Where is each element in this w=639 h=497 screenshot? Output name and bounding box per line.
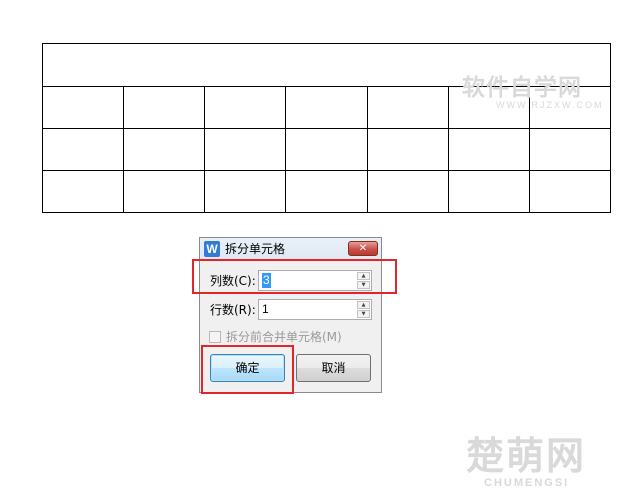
watermark-bottom: 楚萌网 CHUMENGSI — [466, 437, 586, 489]
table-cell[interactable] — [41, 128, 125, 171]
rows-value[interactable]: 1 — [262, 302, 269, 317]
watermark-top-text: 软件自学网 — [462, 74, 582, 100]
table-cell[interactable] — [528, 128, 612, 171]
dialog-title: 拆分单元格 — [225, 242, 286, 256]
table-cell[interactable] — [123, 170, 206, 213]
chevron-down-icon: ▼ — [361, 311, 366, 317]
watermark-top: 软件自学网 WWW.RJZXW.COM — [462, 74, 603, 110]
table-cell[interactable] — [204, 128, 287, 171]
chevron-up-icon: ▲ — [361, 302, 366, 308]
rows-stepper-arrows: ▲ ▼ — [357, 301, 370, 318]
highlight-box-ok — [201, 345, 294, 394]
table-cell[interactable] — [285, 170, 368, 213]
table-cell[interactable] — [41, 86, 125, 129]
rows-decrement-button[interactable]: ▼ — [357, 310, 370, 318]
rows-increment-button[interactable]: ▲ — [357, 301, 370, 309]
merge-before-split-checkbox — [209, 331, 221, 343]
table-row — [41, 128, 612, 171]
highlight-box-columns — [192, 259, 397, 294]
table-cell[interactable] — [204, 86, 287, 129]
document-table — [41, 43, 612, 213]
table-cell[interactable] — [366, 86, 449, 129]
dialog-titlebar[interactable]: W 拆分单元格 ✕ — [200, 238, 381, 260]
table-cell[interactable] — [447, 128, 530, 171]
table-cell[interactable] — [285, 86, 368, 129]
wps-app-icon: W — [204, 241, 220, 257]
table-cell[interactable] — [447, 170, 530, 213]
watermark-top-url: WWW.RJZXW.COM — [496, 100, 604, 110]
table-row — [41, 170, 612, 213]
watermark-bottom-logo: 楚萌网 — [466, 436, 587, 478]
table-cell[interactable] — [41, 170, 125, 213]
table-cell[interactable] — [366, 170, 449, 213]
cancel-button[interactable]: 取消 — [296, 354, 371, 382]
table-cell[interactable] — [123, 128, 206, 171]
rows-label: 行数(R): — [210, 303, 256, 317]
table-cell[interactable] — [285, 128, 368, 171]
close-icon: ✕ — [358, 243, 368, 254]
table-cell[interactable] — [528, 170, 612, 213]
table-cell[interactable] — [366, 128, 449, 171]
watermark-bottom-text: CHUMENGSI — [484, 477, 570, 489]
rows-stepper[interactable]: 1 ▲ ▼ — [258, 299, 372, 320]
table-cell[interactable] — [204, 170, 287, 213]
table-cell[interactable] — [123, 86, 206, 129]
merge-before-split-label: 拆分前合并单元格(M) — [226, 330, 342, 344]
close-button[interactable]: ✕ — [348, 241, 378, 256]
